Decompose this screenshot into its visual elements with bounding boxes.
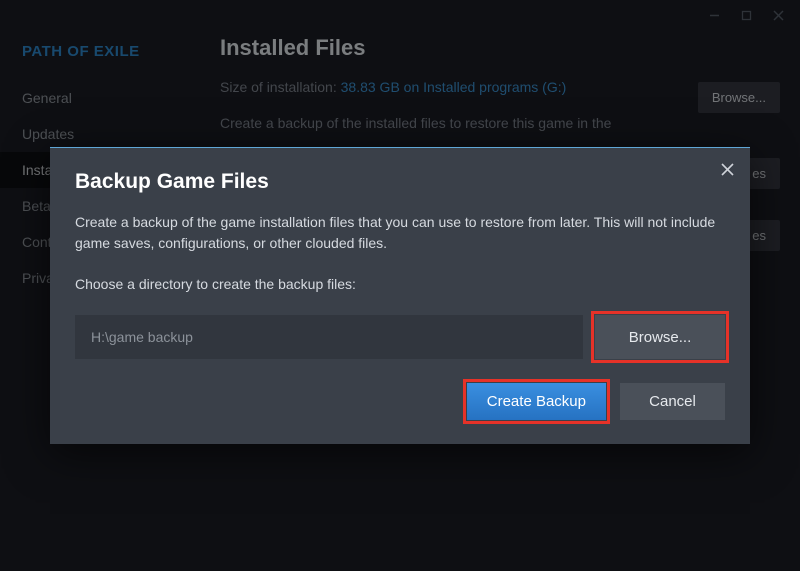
cancel-button[interactable]: Cancel [620, 383, 725, 420]
dialog-description: Create a backup of the game installation… [75, 212, 725, 254]
create-backup-button[interactable]: Create Backup [467, 383, 606, 420]
choose-directory-label: Choose a directory to create the backup … [75, 274, 725, 295]
browse-button[interactable]: Browse... [595, 315, 725, 359]
properties-window: PATH OF EXILE General Updates Installed … [0, 0, 800, 571]
close-icon[interactable] [721, 162, 734, 179]
backup-path-input[interactable] [75, 315, 583, 359]
path-row: Browse... [75, 315, 725, 359]
dialog-actions: Create Backup Cancel [75, 383, 725, 420]
dialog-title: Backup Game Files [75, 170, 725, 194]
backup-dialog: Backup Game Files Create a backup of the… [50, 147, 750, 444]
